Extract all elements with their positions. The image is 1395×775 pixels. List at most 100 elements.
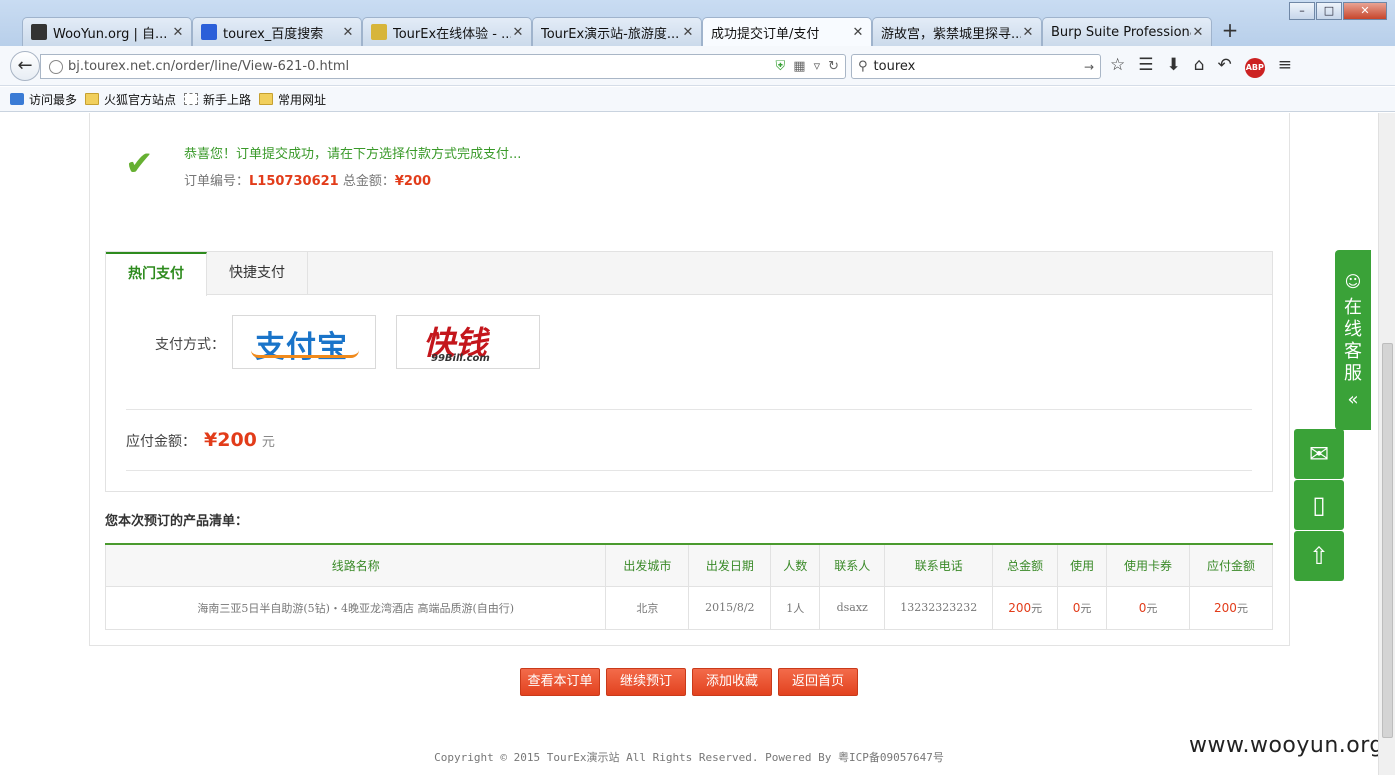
abp-icon[interactable]: ABP bbox=[1244, 55, 1265, 78]
tab-title: TourEx在线体验 - ... bbox=[393, 26, 511, 42]
cell-people: 1人 bbox=[770, 585, 821, 630]
cell-unit: 元 bbox=[1080, 601, 1092, 615]
alipay-swoosh-icon bbox=[251, 350, 359, 358]
bookmark-label: 新手上路 bbox=[203, 92, 252, 107]
continue-booking-button[interactable]: 继续预订 bbox=[606, 668, 686, 696]
close-window-button[interactable]: ✕ bbox=[1343, 2, 1387, 20]
cell-due-num: 200 bbox=[1214, 600, 1237, 615]
online-service-tab[interactable]: ☺ 在线客服 « bbox=[1335, 250, 1371, 430]
page-scrollbar[interactable] bbox=[1378, 113, 1395, 775]
watermark: www.wooyun.org bbox=[1189, 733, 1384, 758]
amount-due-value: ¥200 bbox=[204, 429, 257, 451]
amount-due-unit: 元 bbox=[261, 435, 275, 450]
tab-title: 游故宫，紫禁城里探寻... bbox=[881, 26, 1021, 42]
qrcode-icon[interactable]: ▦ bbox=[793, 59, 805, 74]
alipay-option[interactable]: 支付宝 bbox=[232, 315, 376, 369]
reading-list-icon[interactable]: ☰ bbox=[1138, 55, 1153, 78]
footer-copyright: Copyright © 2015 TourEx演示站 All Rights Re… bbox=[434, 751, 944, 764]
return-home-button[interactable]: 返回首页 bbox=[778, 668, 858, 696]
col-coupon: 使用卡券 bbox=[1106, 544, 1190, 587]
page-content: ✔ 恭喜您！订单提交成功，请在下方选择付款方式完成支付... 订单编号：L150… bbox=[0, 113, 1395, 775]
action-buttons: 查看本订单 继续预订 添加收藏 返回首页 bbox=[520, 668, 858, 696]
success-check-icon: ✔ bbox=[125, 144, 154, 184]
search-icon: ⚲ bbox=[858, 59, 868, 74]
site-identity-icon[interactable] bbox=[49, 59, 63, 74]
reload-icon[interactable]: ↻ bbox=[828, 59, 839, 74]
tab-title: Burp Suite Professional bbox=[1051, 24, 1191, 40]
bookmark-star-icon[interactable]: ☆ bbox=[1110, 55, 1125, 78]
folder-icon bbox=[259, 93, 274, 105]
tab-title: tourex_百度搜索 bbox=[223, 26, 324, 42]
back-button[interactable]: ← bbox=[10, 51, 40, 81]
shield-icon[interactable]: ⛨ bbox=[776, 59, 786, 74]
product-list-title: 您本次预订的产品清单： bbox=[105, 514, 249, 529]
tab-close-icon[interactable]: ✕ bbox=[1021, 25, 1035, 40]
tab-close-icon[interactable]: ✕ bbox=[681, 25, 695, 40]
tab-close-icon[interactable]: ✕ bbox=[851, 25, 865, 40]
col-people: 人数 bbox=[770, 544, 821, 587]
url-bar[interactable]: bj.tourex.net.cn/order/line/View-621-0.h… bbox=[40, 54, 846, 79]
divider bbox=[126, 470, 1252, 471]
search-input[interactable]: tourex bbox=[874, 59, 1084, 74]
home-icon[interactable]: ⌂ bbox=[1194, 55, 1205, 78]
col-route: 线路名称 bbox=[104, 544, 607, 587]
search-go-icon[interactable]: → bbox=[1084, 60, 1094, 74]
back-to-top-button[interactable]: ⇧ bbox=[1294, 531, 1344, 581]
tab-burp[interactable]: Burp Suite Professional ✕ bbox=[1042, 17, 1212, 46]
order-table: 线路名称 出发城市 出发日期 人数 联系人 联系电话 总金额 使用 使用卡券 应… bbox=[104, 543, 1274, 630]
bookmarks-bar: 访问最多 火狐官方站点 新手上路 常用网址 bbox=[0, 87, 1395, 112]
col-use: 使用 bbox=[1057, 544, 1108, 587]
tab-popular-payment[interactable]: 热门支付 bbox=[106, 252, 207, 296]
new-tab-button[interactable]: + bbox=[1212, 17, 1248, 45]
scrollbar-thumb[interactable] bbox=[1382, 343, 1393, 738]
divider bbox=[126, 409, 1252, 410]
bookmark-common-sites[interactable]: 常用网址 bbox=[259, 91, 326, 108]
col-city: 出发城市 bbox=[605, 544, 690, 587]
minimize-button[interactable]: – bbox=[1289, 2, 1315, 20]
total-amount: ¥200 bbox=[394, 174, 432, 189]
bookmark-label: 访问最多 bbox=[29, 92, 78, 107]
tab-quick-payment[interactable]: 快捷支付 bbox=[207, 252, 308, 295]
cell-unit: 元 bbox=[1146, 601, 1158, 615]
tab-palace[interactable]: 游故宫，紫禁城里探寻... ✕ bbox=[872, 17, 1042, 46]
cell-route: 海南三亚5日半自助游(5钻)・4晚亚龙湾酒店 高端品质游(自由行) bbox=[104, 585, 607, 630]
tab-baidu[interactable]: tourex_百度搜索 ✕ bbox=[192, 17, 362, 46]
undo-icon[interactable]: ↶ bbox=[1218, 55, 1232, 78]
cell-unit: 元 bbox=[1236, 601, 1248, 615]
col-total: 总金额 bbox=[992, 544, 1059, 587]
success-message: 恭喜您！订单提交成功，请在下方选择付款方式完成支付... bbox=[184, 147, 522, 162]
cell-coupon: 0元 bbox=[1106, 585, 1190, 630]
dropdown-icon[interactable]: ▿ bbox=[814, 59, 821, 74]
tab-tourex-site[interactable]: TourEx演示站-旅游度... ✕ bbox=[532, 17, 702, 46]
wechat-button[interactable]: ✉ bbox=[1294, 429, 1344, 479]
order-number: L150730621 bbox=[249, 174, 339, 189]
view-order-button[interactable]: 查看本订单 bbox=[520, 668, 600, 696]
tab-wooyun[interactable]: WooYun.org | 自... ✕ bbox=[22, 17, 192, 46]
mobile-icon: ▯ bbox=[1312, 491, 1326, 519]
search-bar[interactable]: ⚲ tourex → bbox=[851, 54, 1101, 79]
tab-close-icon[interactable]: ✕ bbox=[511, 25, 525, 40]
tab-close-icon[interactable]: ✕ bbox=[1191, 25, 1205, 40]
mobile-button[interactable]: ▯ bbox=[1294, 480, 1344, 530]
cell-unit: 元 bbox=[1031, 601, 1043, 615]
tab-tourex-demo[interactable]: TourEx在线体验 - ... ✕ bbox=[362, 17, 532, 46]
cell-phone: 13232323232 bbox=[884, 585, 994, 630]
bookmark-getting-started[interactable]: 新手上路 bbox=[184, 91, 251, 108]
menu-icon[interactable]: ≡ bbox=[1278, 55, 1292, 78]
alipay-logo: 支付宝 bbox=[255, 330, 348, 365]
add-favorite-button[interactable]: 添加收藏 bbox=[692, 668, 772, 696]
window-controls: – □ ✕ bbox=[1288, 2, 1387, 20]
cell-total-num: 200 bbox=[1008, 600, 1032, 615]
folder-icon bbox=[85, 93, 100, 105]
tab-close-icon[interactable]: ✕ bbox=[341, 25, 355, 40]
bookmark-most-visited[interactable]: 访问最多 bbox=[10, 91, 77, 108]
tab-strip: WooYun.org | 自... ✕ tourex_百度搜索 ✕ TourEx… bbox=[22, 17, 1248, 47]
tab-close-icon[interactable]: ✕ bbox=[171, 25, 185, 40]
cell-total: 200元 bbox=[992, 585, 1059, 630]
99bill-option[interactable]: 快钱 99Bill.com bbox=[396, 315, 540, 369]
download-icon[interactable]: ⬇ bbox=[1167, 55, 1181, 78]
maximize-button[interactable]: □ bbox=[1316, 2, 1342, 20]
url-text[interactable]: bj.tourex.net.cn/order/line/View-621-0.h… bbox=[68, 59, 776, 74]
bookmark-firefox-official[interactable]: 火狐官方站点 bbox=[85, 91, 176, 108]
tab-order-success[interactable]: 成功提交订单/支付 ✕ bbox=[702, 17, 872, 47]
